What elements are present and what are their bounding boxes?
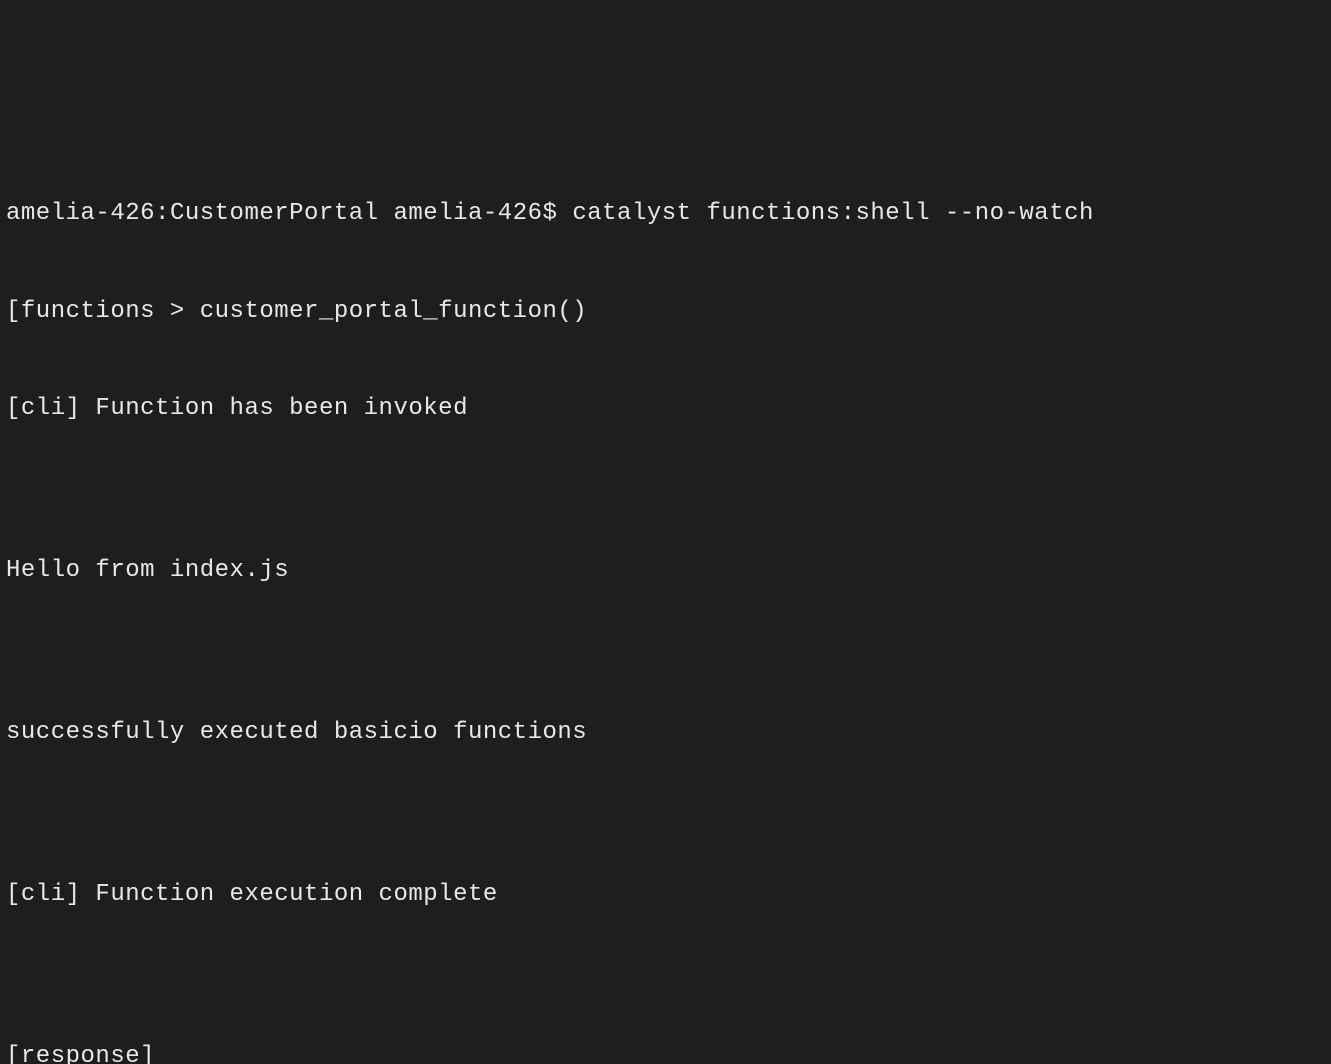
output-line-3: Hello from index.js <box>6 555 1325 587</box>
prompt-separator: : <box>155 200 170 227</box>
output-line-5: successfully executed basicio functions <box>6 717 1325 749</box>
output-line-1: [cli] Function has been invoked <box>6 393 1325 425</box>
prompt-space2 <box>557 200 572 227</box>
prompt-dir: CustomerPortal <box>170 200 379 227</box>
prompt-space <box>379 200 394 227</box>
command-text: catalyst functions:shell --no-watch <box>572 200 1094 227</box>
prompt-line: amelia-426:CustomerPortal amelia-426$ ca… <box>6 198 1325 230</box>
terminal-window[interactable]: amelia-426:CustomerPortal amelia-426$ ca… <box>6 134 1325 658</box>
output-line-9: [response] <box>6 1041 1325 1064</box>
prompt-host: amelia-426 <box>6 200 155 227</box>
output-line-0: [functions > customer_portal_function() <box>6 296 1325 328</box>
prompt-user: amelia-426 <box>393 200 542 227</box>
output-line-7: [cli] Function execution complete <box>6 879 1325 911</box>
prompt-symbol: $ <box>543 200 558 227</box>
